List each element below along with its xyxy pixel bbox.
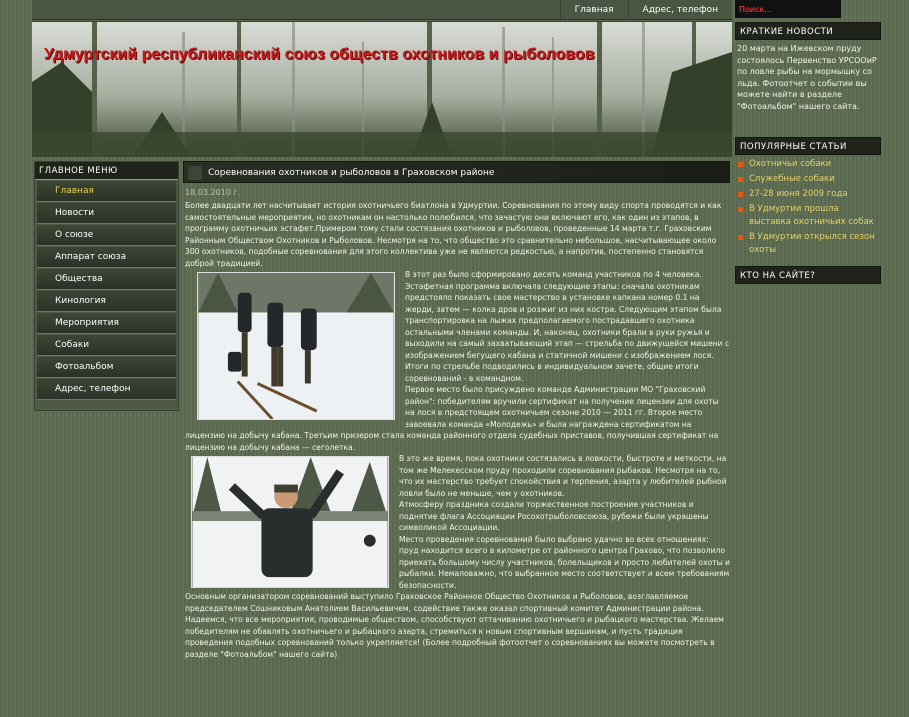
bullet-icon (738, 192, 743, 197)
popular-articles-list: Охотничьи собаки Служебные собаки 27-28 … (735, 155, 881, 262)
popular-article-label[interactable]: В Удмуртии открылся сезон охоты (749, 232, 875, 255)
bullet-icon (738, 207, 743, 212)
header-banner: Удмуртский республиканский союз обществ … (32, 21, 732, 157)
site-title: Удмуртский республиканский союз обществ … (44, 46, 595, 63)
bullet-icon (738, 162, 743, 167)
menu-item-about[interactable]: О союзе (37, 225, 176, 246)
popular-article-label[interactable]: Служебные собаки (749, 174, 835, 184)
menu-item-societies[interactable]: Общества (37, 269, 176, 290)
popular-articles-box: ПОПУЛЯРНЫЕ СТАТЬИ Охотничьи собаки Служе… (735, 137, 881, 262)
main-content: Соревнования охотников и рыболовов в Гра… (183, 161, 730, 660)
menu-item-home[interactable]: Главная (37, 181, 176, 202)
menu-item-photoalbum[interactable]: Фотоальбом (37, 357, 176, 378)
menu-item-news[interactable]: Новости (37, 203, 176, 224)
bullet-icon (738, 177, 743, 182)
topnav-contacts-link[interactable]: Адрес, телефон (627, 0, 732, 20)
article-title-bar: Соревнования охотников и рыболовов в Гра… (183, 161, 730, 183)
popular-article-link[interactable]: В Удмуртии открылся сезон охоты (735, 231, 881, 257)
popular-article-link[interactable]: 27-28 июня 2009 года (735, 188, 881, 201)
topnav-home-link[interactable]: Главная (559, 0, 628, 20)
popular-article-label[interactable]: В Удмуртии прошла выставка охотничьих со… (749, 204, 874, 227)
short-news-box: КРАТКИЕ НОВОСТИ 20 марта на Ижевском пру… (735, 22, 881, 115)
bullet-icon (738, 235, 743, 240)
article-body: Более двадцати лет насчитывает история о… (183, 200, 730, 660)
fisherman-photo (191, 456, 389, 588)
menu-item-contacts[interactable]: Адрес, телефон (37, 379, 176, 400)
top-bar: Главная Адрес, телефон (32, 0, 732, 20)
popular-article-label[interactable]: 27-28 июня 2009 года (749, 189, 848, 199)
search-input[interactable] (735, 0, 841, 18)
top-navigation: Главная Адрес, телефон (559, 0, 732, 20)
article-date: 18.03.2010 г. (185, 188, 241, 197)
skiers-photo (197, 272, 395, 420)
popular-article-link[interactable]: В Удмуртии прошла выставка охотничьих со… (735, 203, 881, 229)
menu-item-dogs[interactable]: Собаки (37, 335, 176, 356)
popular-article-link[interactable]: Служебные собаки (735, 173, 881, 186)
menu-item-events[interactable]: Мероприятия (37, 313, 176, 334)
article-title[interactable]: Соревнования охотников и рыболовов в Гра… (208, 168, 494, 178)
menu-item-cynology[interactable]: Кинология (37, 291, 176, 312)
short-news-text: 20 марта на Ижевском пруду состоялось Пе… (737, 44, 877, 111)
short-news-title: КРАТКИЕ НОВОСТИ (735, 22, 881, 40)
arrow-icon (188, 166, 202, 180)
main-menu: ГЛАВНОЕ МЕНЮ Главная Новости О союзе Апп… (34, 161, 179, 411)
main-menu-title: ГЛАВНОЕ МЕНЮ (35, 162, 178, 180)
menu-item-staff[interactable]: Аппарат союза (37, 247, 176, 268)
right-sidebar: КРАТКИЕ НОВОСТИ 20 марта на Ижевском пру… (735, 22, 881, 288)
popular-articles-title: ПОПУЛЯРНЫЕ СТАТЬИ (735, 137, 881, 155)
who-online-title: КТО НА САЙТЕ? (735, 266, 881, 284)
article-paragraph: Более двадцати лет насчитывает история о… (185, 201, 722, 268)
forest-banner-image (32, 22, 732, 157)
article-paragraph: Основным организатором соревнований выст… (185, 592, 724, 659)
popular-article-link[interactable]: Охотничьи собаки (735, 158, 881, 171)
who-online-box: КТО НА САЙТЕ? (735, 266, 881, 284)
popular-article-label[interactable]: Охотничьи собаки (749, 159, 831, 169)
